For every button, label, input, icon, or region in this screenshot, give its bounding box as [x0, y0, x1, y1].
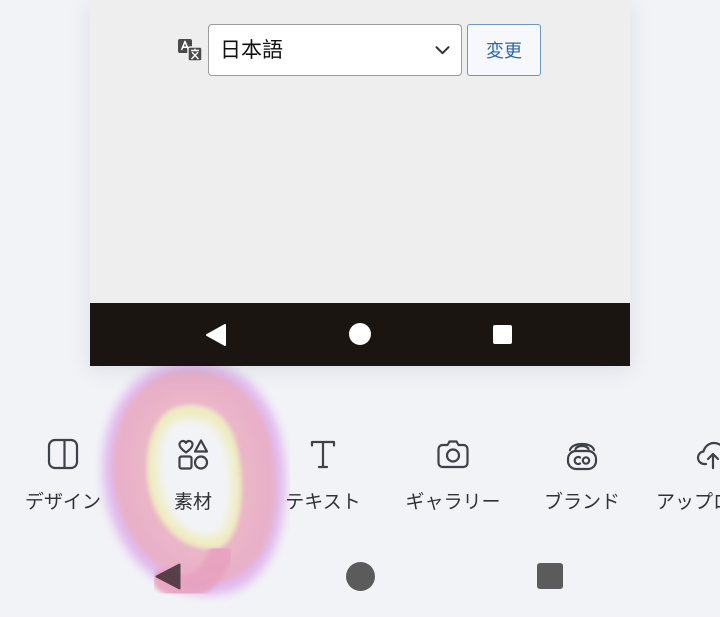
preview-screen: 日本語 変更: [90, 0, 630, 303]
elements-shapes-icon: [178, 439, 209, 470]
toolbar-item-label: ブランド: [543, 491, 620, 513]
text-t-icon: [310, 440, 336, 469]
toolbar-item-elements[interactable]: 素材: [133, 437, 253, 517]
chevron-down-icon: [435, 46, 450, 55]
recents-square-icon[interactable]: [537, 563, 563, 589]
back-triangle-icon[interactable]: [205, 323, 227, 347]
change-language-button[interactable]: 変更: [467, 24, 541, 76]
toolbar-item-label: テキスト: [285, 491, 361, 513]
toolbar-item-design[interactable]: デザイン: [3, 437, 123, 517]
language-select[interactable]: 日本語: [208, 24, 462, 76]
preview-device: 日本語 変更: [90, 0, 630, 366]
back-triangle-icon[interactable]: [155, 563, 181, 590]
preview-nav-bar: [90, 303, 630, 366]
toolbar-item-brand[interactable]: ブランド: [522, 437, 642, 517]
toolbar-item-label: ギャラリー: [405, 491, 501, 513]
home-circle-icon[interactable]: [349, 323, 371, 345]
toolbar-item-upload[interactable]: アップロ: [648, 437, 720, 517]
design-layout-icon: [47, 438, 79, 470]
brand-kit-icon: [566, 442, 598, 471]
toolbar-item-label: 素材: [173, 491, 212, 513]
toolbar-item-gallery[interactable]: ギャラリー: [393, 437, 513, 517]
upload-cloud-icon: [696, 441, 720, 470]
recents-square-icon[interactable]: [493, 325, 512, 344]
camera-icon: [437, 440, 469, 469]
toolbar-item-text[interactable]: テキスト: [263, 437, 383, 517]
language-select-value: 日本語: [220, 38, 283, 62]
translate-icon: [178, 39, 203, 62]
toolbar-item-label: デザイン: [24, 491, 101, 513]
toolbar-item-label: アップロ: [656, 491, 720, 513]
home-circle-icon[interactable]: [346, 562, 375, 591]
